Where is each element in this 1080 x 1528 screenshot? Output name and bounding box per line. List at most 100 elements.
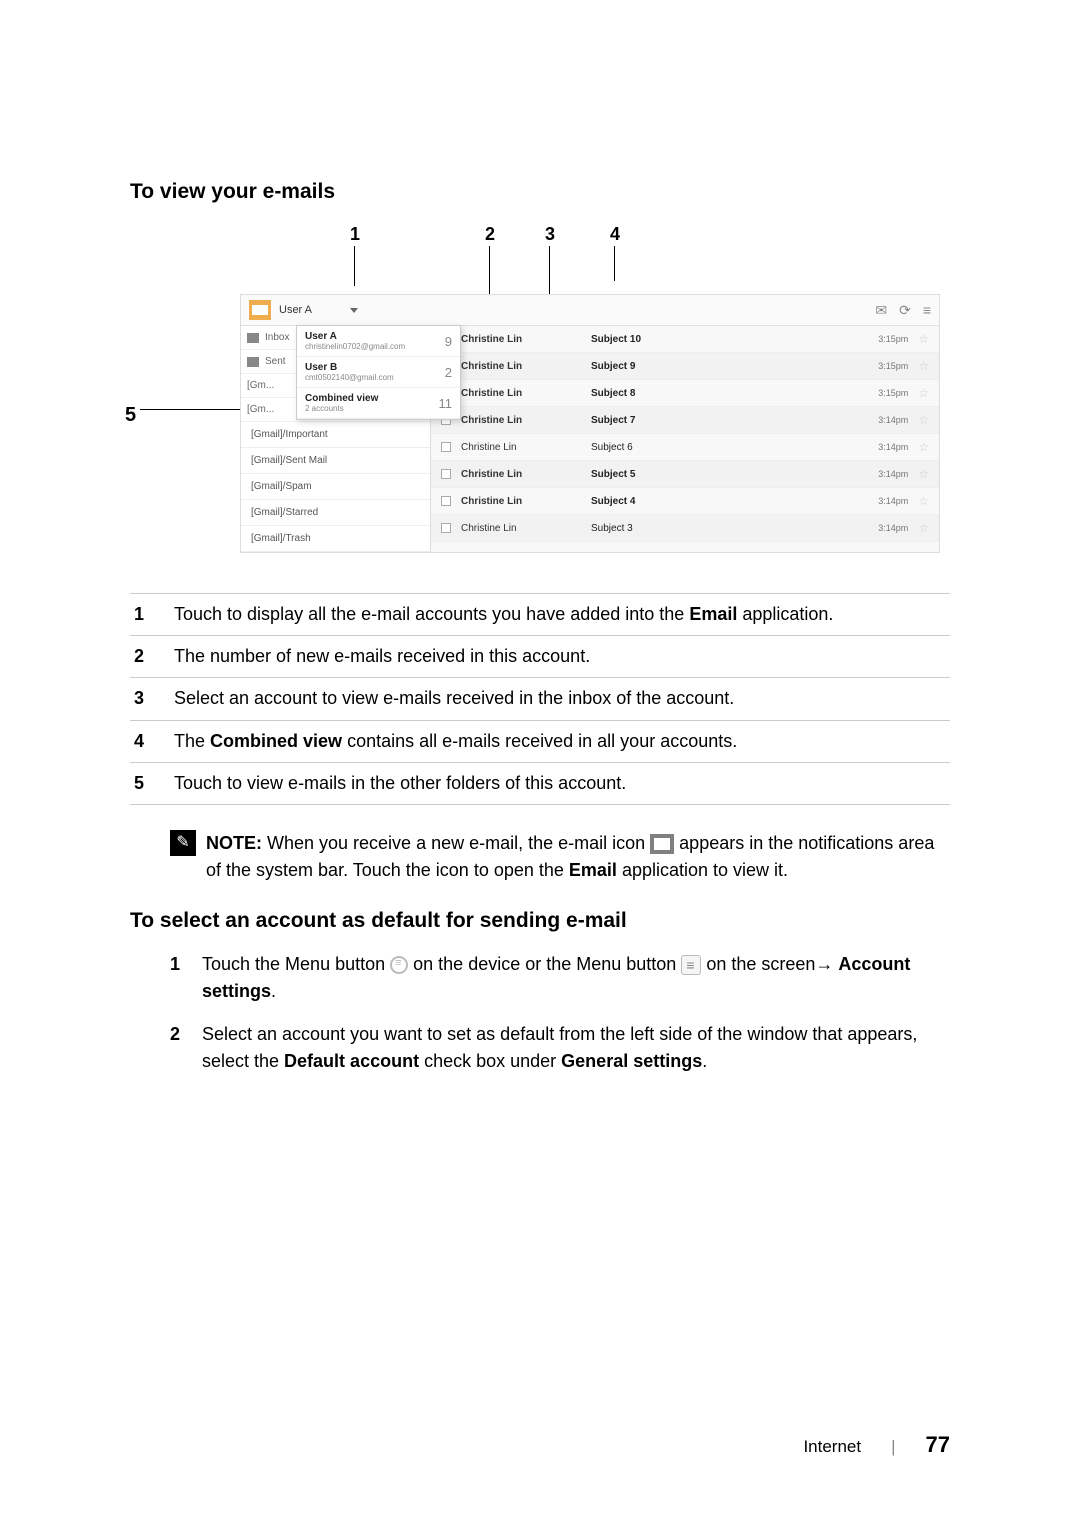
message-sender: Christine Lin (461, 361, 581, 372)
message-sender: Christine Lin (461, 415, 581, 426)
folder-item[interactable]: [Gmail]/Trash (241, 526, 430, 552)
figure-container: 1 2 3 4 5 User A ✉ ⟳ ≡ User A (240, 224, 960, 553)
compose-icon[interactable]: ✉ (875, 302, 887, 319)
legend-num: 2 (134, 644, 174, 669)
titlebar: User A ✉ ⟳ ≡ (241, 295, 939, 326)
account-name: User B (305, 362, 394, 373)
note-block: ✎ NOTE: When you receive a new e-mail, t… (170, 830, 950, 884)
message-row[interactable]: Christine Lin Subject 4 3:14pm ☆ (431, 488, 939, 515)
message-time: 3:14pm (878, 523, 908, 533)
message-row[interactable]: Christine Lin Subject 7 3:14pm ☆ (431, 407, 939, 434)
refresh-icon[interactable]: ⟳ (899, 302, 911, 319)
account-email: christinelin0702@gmail.com (305, 342, 405, 351)
chevron-down-icon[interactable] (350, 308, 358, 313)
combined-count: 11 (439, 396, 453, 411)
combined-view-label: Combined view (305, 393, 378, 404)
inbox-icon (247, 333, 259, 343)
star-icon[interactable]: ☆ (918, 494, 929, 508)
legend-num: 4 (134, 729, 174, 754)
footer-section: Internet (803, 1437, 861, 1457)
account-email: cmt0502140@gmail.com (305, 373, 394, 382)
message-time: 3:14pm (878, 496, 908, 506)
sub-heading: To select an account as default for send… (130, 909, 950, 933)
menu-icon[interactable]: ≡ (923, 302, 931, 318)
callout-5: 5 (125, 404, 136, 427)
email-app-screenshot: User A ✉ ⟳ ≡ User A christinelin0702@gma… (240, 294, 940, 553)
message-row[interactable]: Christine Lin Subject 9 3:15pm ☆ (431, 353, 939, 380)
callout-2: 2 (485, 224, 495, 245)
message-time: 3:14pm (878, 415, 908, 425)
folder-item[interactable]: [Gmail]/Important (241, 422, 430, 448)
step: 2 Select an account you want to set as d… (170, 1021, 950, 1075)
message-row[interactable]: Christine Lin Subject 5 3:14pm ☆ (431, 461, 939, 488)
step-text: Touch the Menu button on the device or t… (202, 951, 950, 1005)
folder-item[interactable]: [Gmail]/Starred (241, 500, 430, 526)
folder-item[interactable]: [Gmail]/Spam (241, 474, 430, 500)
star-icon[interactable]: ☆ (918, 467, 929, 481)
account-item[interactable]: User A christinelin0702@gmail.com 9 (297, 326, 460, 357)
step-num: 1 (170, 951, 190, 1005)
message-sender: Christine Lin (461, 334, 581, 345)
checkbox-icon[interactable] (441, 523, 451, 533)
star-icon[interactable]: ☆ (918, 359, 929, 373)
sent-label: Sent (265, 356, 286, 367)
message-row[interactable]: Christine Lin Subject 8 3:15pm ☆ (431, 380, 939, 407)
message-time: 3:15pm (878, 334, 908, 344)
footer-separator: | (891, 1437, 895, 1457)
legend-row: 2 The number of new e-mails received in … (130, 636, 950, 678)
message-subject: Subject 9 (591, 361, 868, 372)
step: 1 Touch the Menu button on the device or… (170, 951, 950, 1005)
combined-view-sub: 2 accounts (305, 404, 378, 413)
screen-menu-button-icon (681, 955, 701, 975)
legend-row: 1 Touch to display all the e-mail accoun… (130, 594, 950, 636)
callout-1: 1 (350, 224, 360, 245)
folder-item[interactable]: [Gmail]/Sent Mail (241, 448, 430, 474)
message-subject: Subject 10 (591, 334, 868, 345)
legend-num: 3 (134, 686, 174, 711)
page-footer: Internet | 77 (803, 1432, 950, 1458)
checkbox-icon[interactable] (441, 442, 451, 452)
legend-table: 1 Touch to display all the e-mail accoun… (130, 593, 950, 805)
account-dropdown-title[interactable]: User A (279, 304, 312, 316)
message-subject: Subject 6 (591, 442, 868, 453)
email-notification-icon (650, 834, 674, 854)
checkbox-icon[interactable] (441, 496, 451, 506)
star-icon[interactable]: ☆ (918, 332, 929, 346)
legend-row: 5 Touch to view e-mails in the other fol… (130, 763, 950, 805)
combined-view-item[interactable]: Combined view 2 accounts 11 (297, 388, 460, 419)
checkbox-icon[interactable] (441, 469, 451, 479)
callout-3: 3 (545, 224, 555, 245)
message-subject: Subject 4 (591, 496, 868, 507)
message-sender: Christine Lin (461, 523, 581, 534)
account-name: User A (305, 331, 405, 342)
message-subject: Subject 7 (591, 415, 868, 426)
star-icon[interactable]: ☆ (918, 521, 929, 535)
message-row[interactable]: Christine Lin Subject 10 3:15pm ☆ (431, 326, 939, 353)
note-icon: ✎ (170, 830, 196, 856)
account-dropdown: User A christinelin0702@gmail.com 9 User… (296, 325, 461, 420)
legend-text: Select an account to view e-mails receiv… (174, 686, 946, 711)
message-subject: Subject 8 (591, 388, 868, 399)
legend-text: The Combined view contains all e-mails r… (174, 729, 946, 754)
message-time: 3:15pm (878, 361, 908, 371)
legend-num: 5 (134, 771, 174, 796)
section-heading: To view your e-mails (130, 180, 950, 204)
legend-text: The number of new e-mails received in th… (174, 644, 946, 669)
message-row[interactable]: Christine Lin Subject 6 3:14pm ☆ (431, 434, 939, 461)
note-text: NOTE: When you receive a new e-mail, the… (206, 830, 950, 884)
account-item[interactable]: User B cmt0502140@gmail.com 2 (297, 357, 460, 388)
footer-page-number: 77 (926, 1432, 950, 1458)
star-icon[interactable]: ☆ (918, 386, 929, 400)
message-row[interactable]: Christine Lin Subject 3 3:14pm ☆ (431, 515, 939, 542)
account-count: 2 (445, 365, 452, 380)
star-icon[interactable]: ☆ (918, 440, 929, 454)
message-list: Christine Lin Subject 10 3:15pm ☆ Christ… (431, 326, 939, 552)
email-app-icon[interactable] (249, 300, 271, 320)
message-subject: Subject 3 (591, 523, 868, 534)
star-icon[interactable]: ☆ (918, 413, 929, 427)
message-subject: Subject 5 (591, 469, 868, 480)
device-menu-button-icon (390, 956, 408, 974)
account-count: 9 (445, 334, 452, 349)
step-text: Select an account you want to set as def… (202, 1021, 950, 1075)
steps-list: 1 Touch the Menu button on the device or… (170, 951, 950, 1075)
